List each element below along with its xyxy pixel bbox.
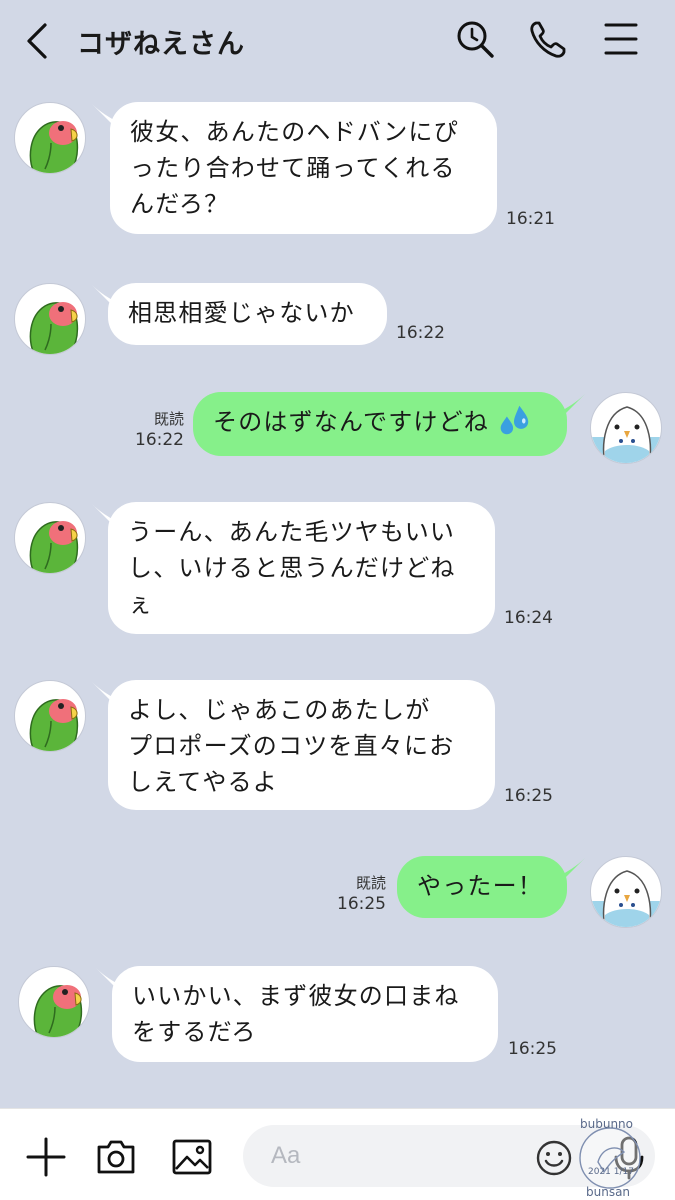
budgie-icon — [591, 870, 661, 927]
message-time: 16:22 — [396, 323, 445, 343]
plus-icon[interactable] — [24, 1135, 68, 1179]
watermark-text-bottom: bunsan — [586, 1185, 630, 1198]
watermark-text-top: bubunno — [580, 1117, 633, 1131]
message-line: ったり合わせて踊ってくれる — [130, 154, 456, 182]
bubble-tail — [559, 394, 585, 420]
read-receipt: 既読 — [355, 874, 386, 892]
lovebird-avatar[interactable] — [14, 283, 86, 355]
message-time: 16:25 — [504, 786, 553, 806]
sweat-droplets-icon — [500, 405, 529, 435]
message-line: し、いけると思うんだけどね — [128, 554, 456, 582]
menu-icon[interactable] — [600, 18, 642, 60]
message-bubble-incoming[interactable]: よし、じゃあこのあたしが プロポーズのコツを直々にお しえてやるよ — [108, 680, 495, 810]
message-time: 16:25 — [337, 894, 386, 914]
message-bubble-incoming[interactable]: いいかい、まず彼女の口まね をするだろ — [112, 966, 498, 1062]
message-time: 16:25 — [508, 1039, 557, 1059]
budgie-avatar[interactable] — [590, 856, 662, 928]
phone-icon[interactable] — [527, 18, 569, 60]
message-line: んだろ？ — [130, 190, 230, 218]
message-line: プロポーズのコツを直々にお — [128, 732, 455, 760]
watermark-stamp: bubunno bunsan 2021 1/17 — [579, 1117, 641, 1198]
bubble-tail — [559, 858, 585, 884]
lovebird-icon — [29, 699, 79, 751]
lovebird-avatar[interactable] — [18, 966, 90, 1038]
chat-header: コザねえさん — [0, 0, 675, 84]
message-line: 相思相愛じゃないか — [128, 299, 355, 327]
message-line: うーん、あんた毛ツヤもいい — [128, 518, 456, 546]
message-line: をするだろ — [132, 1018, 257, 1046]
message-bubble-outgoing[interactable]: やったー！ — [397, 856, 567, 918]
read-receipt: 既読 — [153, 410, 184, 428]
lovebird-avatar[interactable] — [14, 680, 86, 752]
message-bubble-incoming[interactable]: 彼女、あんたのヘドバンにぴ ったり合わせて踊ってくれる んだろ？ — [110, 102, 497, 234]
message-meta: 既読 16:25 — [330, 873, 386, 915]
search-icon[interactable] — [454, 18, 496, 60]
message-line: よし、じゃあこのあたしが — [128, 696, 431, 724]
camera-icon[interactable] — [94, 1135, 138, 1179]
message-line: いいかい、まず彼女の口まね — [132, 982, 460, 1010]
message-time: 16:22 — [135, 430, 184, 450]
message-line: やったー！ — [417, 872, 543, 900]
message-time: 16:21 — [506, 209, 555, 229]
message-line: そのはずなんですけどね — [213, 408, 489, 436]
budgie-icon — [591, 406, 661, 463]
message-line: 彼女、あんたのヘドバンにぴ — [130, 118, 459, 146]
back-chevron-icon[interactable] — [20, 20, 54, 62]
message-time: 16:24 — [504, 608, 553, 628]
message-bubble-incoming[interactable]: うーん、あんた毛ツヤもいい し、いけると思うんだけどね ぇ — [108, 502, 495, 634]
chat-title: コザねえさん — [77, 29, 245, 60]
message-line: ぇ — [128, 590, 154, 618]
budgie-avatar[interactable] — [590, 392, 662, 464]
lovebird-avatar[interactable] — [14, 102, 86, 174]
message-bubble-outgoing[interactable]: そのはずなんですけどね — [193, 392, 567, 456]
message-line: しえてやるよ — [128, 768, 278, 796]
lovebird-icon — [33, 985, 83, 1037]
lovebird-icon — [29, 521, 79, 573]
message-meta: 既読 16:22 — [126, 409, 184, 451]
message-bubble-incoming[interactable]: 相思相愛じゃないか — [108, 283, 387, 345]
lovebird-icon — [29, 121, 79, 173]
lovebird-icon — [29, 302, 79, 354]
image-icon[interactable] — [170, 1135, 214, 1179]
lovebird-avatar[interactable] — [14, 502, 86, 574]
watermark-date: 2021 1/17 — [588, 1167, 634, 1177]
